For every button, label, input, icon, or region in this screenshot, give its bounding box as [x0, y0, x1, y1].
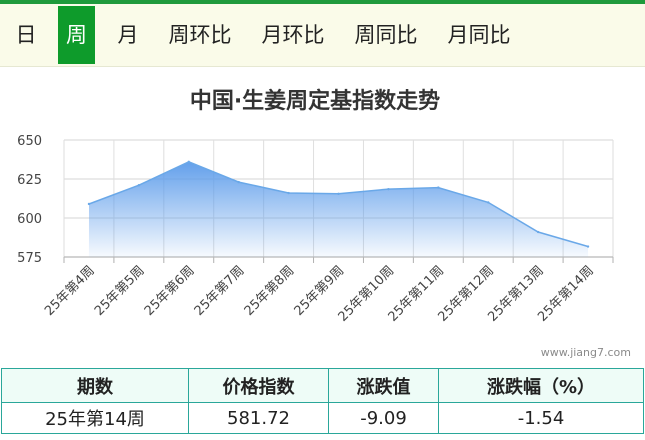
index-trend-chart: 中国·生姜周定基指数走势 575600625650 25年第4周25年第5周25…	[17, 88, 614, 325]
table-row: 25年第14周 581.72 -9.09 -1.54	[1, 402, 644, 434]
x-axis-ticks: 25年第4周25年第5周25年第6周25年第7周25年第8周25年第9周25年第…	[42, 263, 597, 325]
cell-change-value: -9.09	[328, 402, 439, 434]
chart-container: 中国·生姜周定基指数走势 575 600 625 650 25年第4周 25年第5周 25…	[0, 70, 645, 366]
header-change-value: 涨跌值	[328, 368, 439, 403]
data-point	[287, 191, 290, 195]
y-axis-ticks: 575 600 625 650	[17, 134, 42, 266]
tab-week[interactable]: 周	[58, 6, 95, 64]
data-point	[487, 201, 490, 204]
tab-month[interactable]: 月	[108, 6, 148, 64]
header-period: 期数	[1, 368, 189, 403]
cell-period: 25年第14周	[1, 402, 189, 434]
data-point	[586, 245, 590, 248]
header-change-percent: 涨跌幅（%）	[438, 368, 644, 403]
x-tick-label: 25年第6周	[142, 263, 198, 319]
tab-week-year-on-year[interactable]: 周同比	[346, 6, 426, 64]
tab-month-year-on-year[interactable]: 月同比	[439, 6, 519, 64]
cell-price-index: 581.72	[188, 402, 329, 434]
tab-week-on-week[interactable]: 周环比	[160, 6, 240, 64]
data-point	[337, 192, 340, 196]
y-tick-label: 600	[17, 212, 42, 227]
chart-series	[87, 160, 590, 257]
data-point	[387, 187, 390, 191]
data-point	[437, 186, 440, 189]
x-tick-label: 25年第8周	[242, 263, 298, 319]
data-point	[87, 202, 91, 206]
table-header-row: 期数 价格指数 涨跌值 涨跌幅（%）	[1, 368, 644, 403]
latest-index-table: 期数 价格指数 涨跌值 涨跌幅（%） 25年第14周 581.72 -9.09 …	[1, 368, 644, 434]
data-point	[137, 184, 141, 187]
data-point	[187, 160, 190, 164]
data-point	[536, 230, 540, 234]
y-tick-label: 650	[17, 134, 42, 149]
chart-title: 中国·生姜周定基指数走势	[190, 88, 440, 114]
cell-change-percent: -1.54	[438, 402, 644, 434]
x-tick-label: 25年第7周	[192, 263, 248, 319]
x-tick-label: 25年第5周	[92, 263, 148, 319]
data-point	[237, 180, 240, 184]
y-tick-label: 625	[17, 173, 42, 188]
site-watermark: www.jiang7.com	[540, 346, 631, 359]
x-tick-label: 25年第4周	[42, 263, 98, 319]
header-price-index: 价格指数	[188, 368, 329, 403]
tab-day[interactable]: 日	[6, 6, 46, 64]
y-tick-label: 575	[17, 251, 42, 266]
period-tab-bar: 日 周 月 周环比 月环比 周同比 月同比	[0, 4, 645, 67]
tab-month-on-month[interactable]: 月环比	[253, 6, 333, 64]
